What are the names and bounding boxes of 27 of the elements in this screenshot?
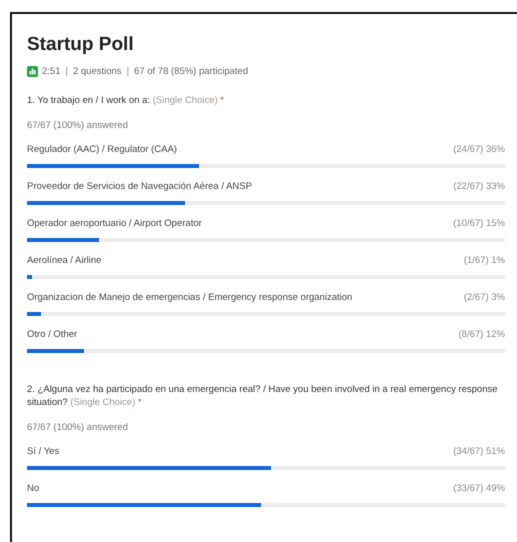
option-result: (1/67) 1% bbox=[464, 255, 505, 267]
question-text: 1. Yo trabajo en / I work on a: (Single Choice) * bbox=[27, 94, 225, 107]
poll-meta-text: 2 questions bbox=[72, 66, 122, 77]
option-result: (8/67) 12% bbox=[458, 329, 505, 341]
answered-count: 67/67 (100%) answered bbox=[27, 120, 129, 131]
option-label: Otro / Other bbox=[27, 329, 78, 341]
option-label: No bbox=[27, 483, 40, 495]
option-result: (24/67) 36% bbox=[453, 144, 505, 156]
question-text: 2. ¿Alguna vez ha participado en una emergencia real? / Have you been involved in a real emergency response situation? (Single Choice) * bbox=[27, 383, 499, 409]
option-result: (2/67) 3% bbox=[464, 292, 505, 304]
separator: | bbox=[126, 66, 130, 77]
answered-count: 67/67 (100%) answered bbox=[27, 422, 129, 433]
option-label: Aerolínea / Airline bbox=[27, 255, 102, 267]
option-result: (10/67) 15% bbox=[453, 218, 505, 230]
option-result: (33/67) 49% bbox=[453, 483, 505, 495]
option-result: (34/67) 51% bbox=[453, 446, 505, 458]
option-label: Regulador (AAC) / Regulator (CAA) bbox=[27, 144, 177, 156]
option-label: Operador aeroportuario / Airport Operator bbox=[27, 218, 202, 230]
option-label: Sí / Yes bbox=[27, 446, 60, 458]
option-result: (22/67) 33% bbox=[453, 181, 505, 193]
poll-title: Startup Poll bbox=[27, 34, 135, 56]
option-label: Organizacion de Manejo de emergencias / Emergency response organization bbox=[27, 292, 352, 304]
separator: | bbox=[66, 66, 68, 77]
poll-meta-text: 2:51 bbox=[42, 66, 60, 77]
poll-meta-text: 67 of 78 (85%) participated bbox=[134, 66, 248, 77]
option-label: Proveedor de Servicios de Navegación Aérea / ANSP bbox=[27, 181, 252, 193]
bar-chart-icon bbox=[27, 66, 38, 77]
